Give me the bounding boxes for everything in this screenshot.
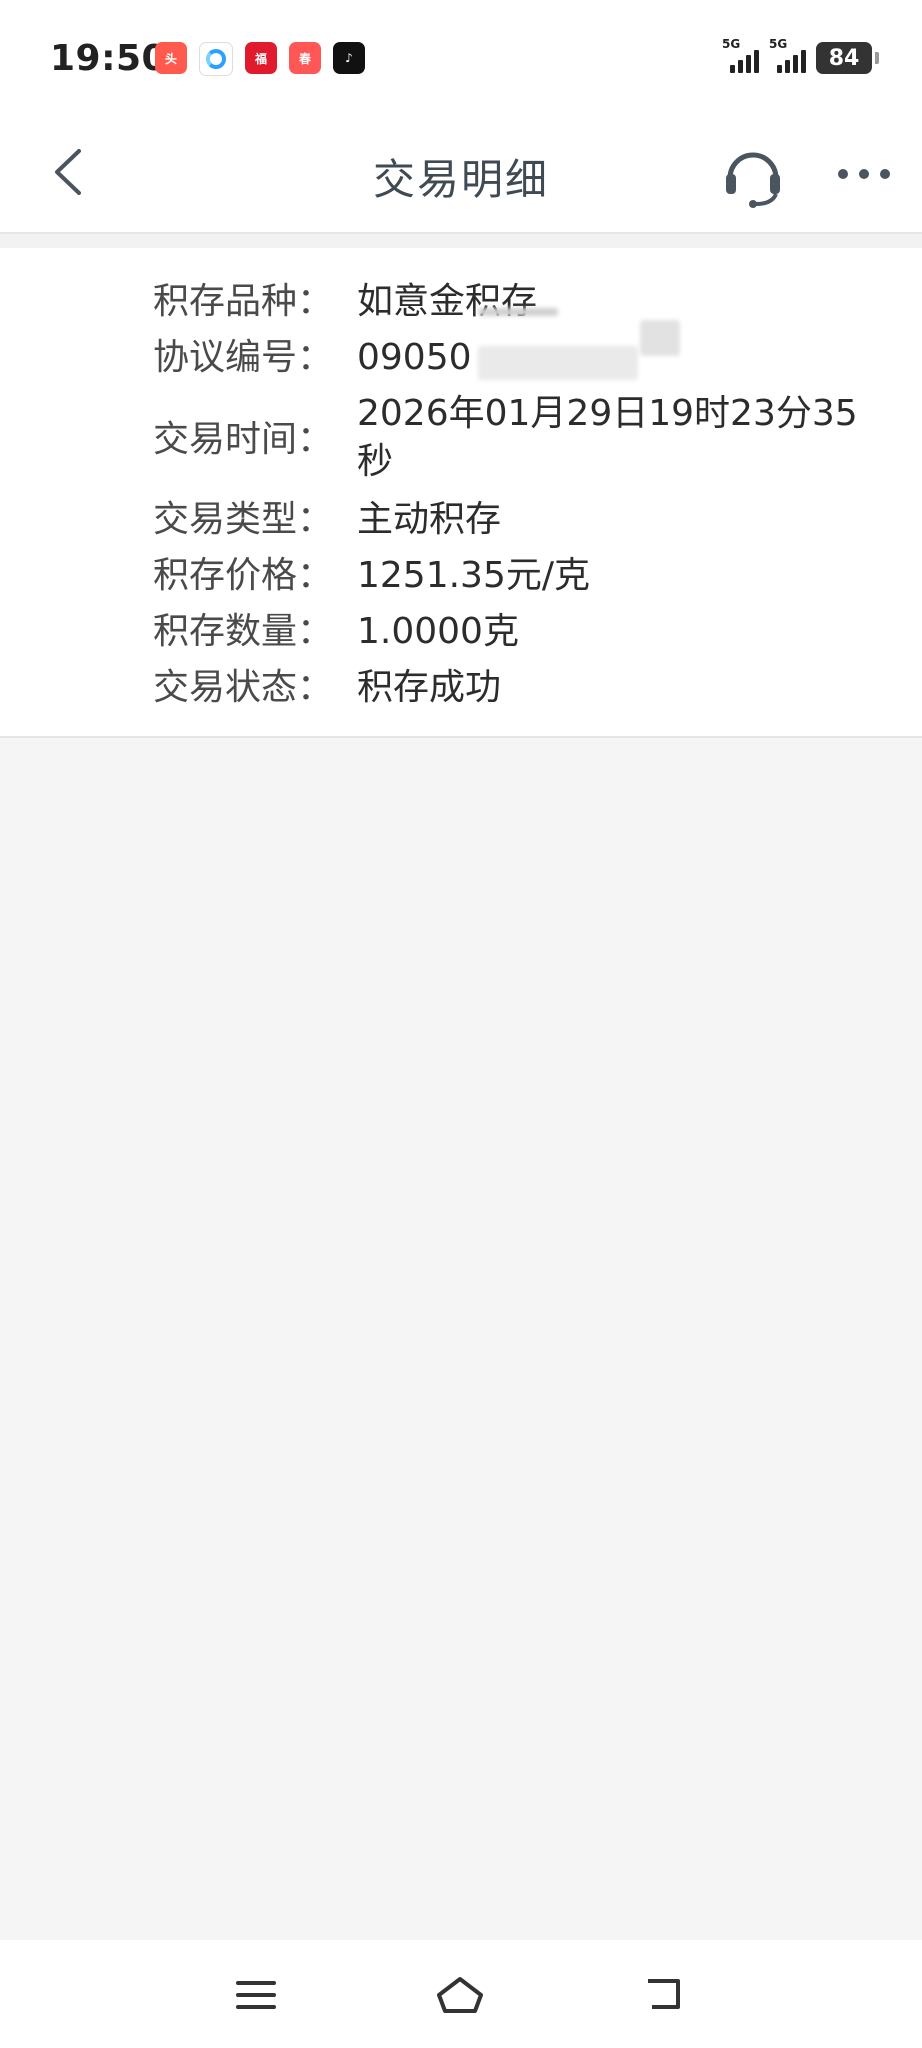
music-app-icon: ♪ bbox=[333, 42, 365, 74]
redaction-mask bbox=[478, 346, 638, 380]
status-bar: 19:50 头 福 春 ♪ 5G 5G 84 bbox=[0, 0, 922, 120]
transaction-detail-card: 积存品种： 如意金积存 协议编号： 09050 交易时间： 2026年01月29… bbox=[0, 248, 922, 738]
status-right: 5G 5G 84 bbox=[722, 37, 879, 74]
browser-app-icon bbox=[199, 42, 233, 76]
redaction-mask-3 bbox=[478, 308, 558, 316]
detail-value: 1251.35元/克 bbox=[357, 555, 590, 596]
detail-label: 协议编号： bbox=[153, 337, 334, 378]
section-gap bbox=[0, 234, 922, 248]
detail-value: 如意金积存 bbox=[357, 281, 538, 322]
more-dots-icon bbox=[838, 169, 890, 179]
detail-label: 交易类型： bbox=[153, 499, 334, 540]
back-arrow-icon bbox=[648, 1979, 680, 2009]
battery-icon: 84 bbox=[816, 42, 879, 74]
customer-service-button[interactable] bbox=[718, 140, 788, 210]
home-button[interactable] bbox=[430, 1970, 490, 2020]
back-nav-button[interactable] bbox=[636, 1970, 696, 2020]
detail-value: 积存成功 bbox=[357, 667, 502, 708]
detail-label: 交易时间： bbox=[153, 419, 334, 460]
detail-value: 主动积存 bbox=[357, 499, 502, 540]
detail-value: 2026年01月29日19时23分35秒 bbox=[357, 393, 858, 482]
detail-label: 积存价格： bbox=[153, 555, 334, 596]
signal-icon-2: 5G bbox=[769, 37, 806, 73]
headset-icon bbox=[726, 152, 780, 208]
news-app-icon: 头 bbox=[155, 42, 187, 74]
status-time: 19:50 bbox=[50, 38, 168, 79]
detail-label: 交易状态： bbox=[153, 667, 334, 708]
network-type-label: 5G bbox=[722, 37, 741, 51]
signal-icon: 5G bbox=[722, 37, 759, 73]
home-icon bbox=[437, 1977, 483, 2013]
detail-label: 积存品种： bbox=[153, 281, 334, 322]
more-button[interactable] bbox=[834, 144, 894, 204]
detail-label: 积存数量： bbox=[153, 611, 334, 652]
redaction-mask-2 bbox=[640, 320, 680, 356]
system-nav-bar bbox=[0, 1940, 922, 2048]
detail-value: 1.0000克 bbox=[357, 611, 519, 652]
menu-icon bbox=[236, 1981, 276, 2009]
network-type-label-2: 5G bbox=[769, 37, 788, 51]
shopping-app-icon: 福 bbox=[245, 42, 277, 74]
video-app-icon: 春 bbox=[289, 42, 321, 74]
app-header: 交易明细 bbox=[0, 120, 922, 234]
notification-icons: 头 福 春 ♪ bbox=[155, 42, 365, 76]
recent-apps-button[interactable] bbox=[226, 1970, 286, 2020]
